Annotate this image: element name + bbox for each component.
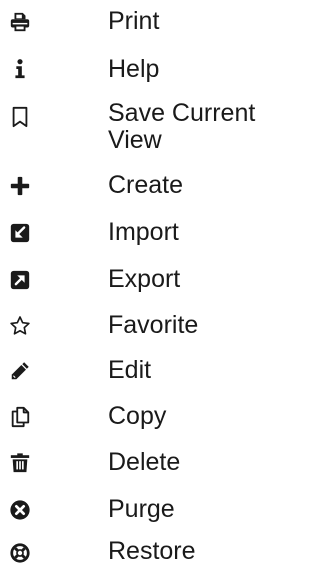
menu-item-delete[interactable]: Delete <box>0 447 272 479</box>
menu-item-favorite[interactable]: Favorite <box>0 310 272 342</box>
bookmark-icon <box>9 106 31 128</box>
menu-item-export[interactable]: Export <box>0 264 272 296</box>
info-icon <box>9 58 31 80</box>
menu-item-restore[interactable]: Restore <box>0 537 272 567</box>
menu-item-help[interactable]: Help <box>0 54 272 86</box>
life-ring-icon <box>9 542 31 564</box>
menu-item-label: Edit <box>108 356 152 384</box>
copy-icon <box>9 406 31 428</box>
menu-item-edit[interactable]: Edit <box>0 355 272 387</box>
menu-item-label: Save Current View <box>108 99 256 154</box>
menu-item-label: Favorite <box>108 311 199 339</box>
trash-icon <box>9 452 31 474</box>
menu-item-label: Help <box>108 55 160 83</box>
menu-item-purge[interactable]: Purge <box>0 494 272 526</box>
plus-icon <box>9 175 31 197</box>
menu-item-label: Create <box>108 171 184 199</box>
menu-item-label: Copy <box>108 402 167 430</box>
actions-menu: Print Help Save Current View Create Impo… <box>0 0 272 567</box>
menu-item-create[interactable]: Create <box>0 170 272 202</box>
import-arrow-icon <box>9 222 31 244</box>
menu-item-label: Export <box>108 265 181 293</box>
print-icon <box>9 11 31 33</box>
menu-item-label: Delete <box>108 448 181 476</box>
times-circle-icon <box>9 499 31 521</box>
menu-item-label: Import <box>108 218 179 246</box>
menu-item-label: Print <box>108 7 160 35</box>
menu-item-copy[interactable]: Copy <box>0 401 272 433</box>
export-arrow-icon <box>9 269 31 291</box>
menu-item-import[interactable]: Import <box>0 217 272 249</box>
menu-item-save-current-view[interactable]: Save Current View <box>0 98 272 158</box>
menu-item-label: Restore <box>108 537 196 565</box>
pencil-icon <box>9 360 31 382</box>
menu-item-print[interactable]: Print <box>0 6 272 38</box>
star-icon <box>9 315 31 337</box>
menu-item-label: Purge <box>108 495 175 523</box>
